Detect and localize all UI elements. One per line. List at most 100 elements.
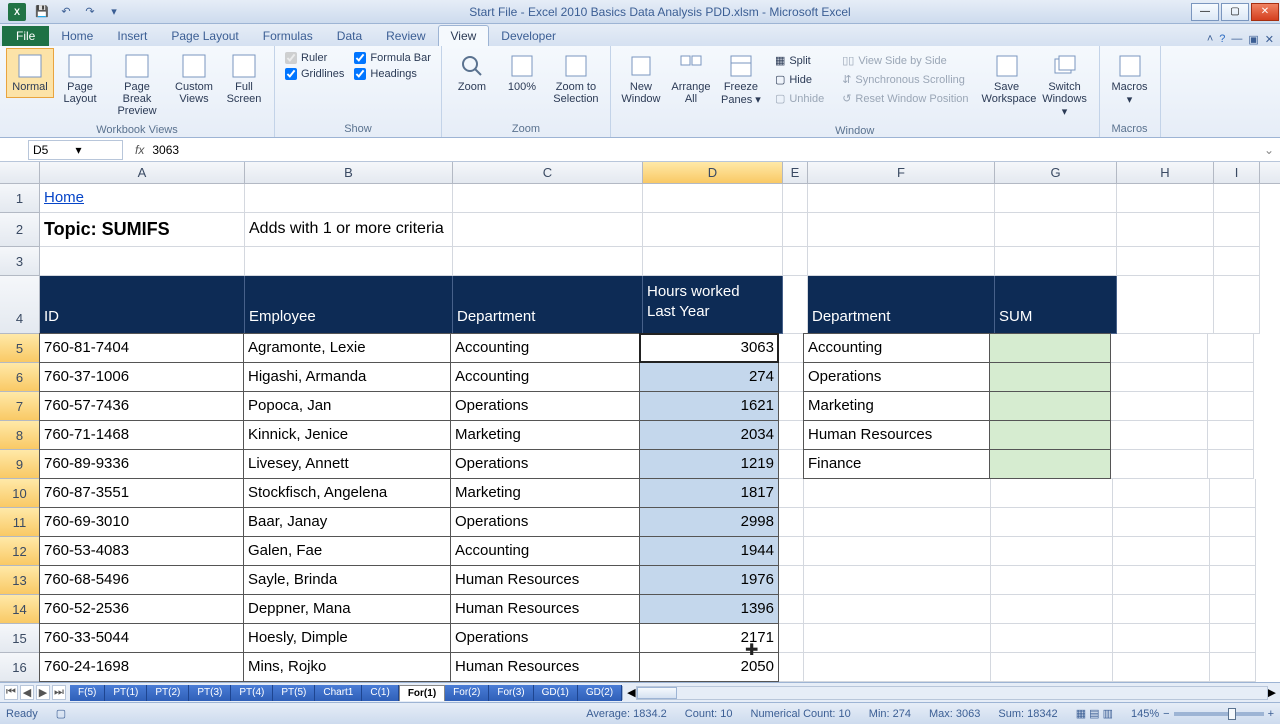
tab-developer[interactable]: Developer [489, 26, 568, 46]
cell[interactable] [783, 276, 808, 334]
cell[interactable] [804, 653, 991, 682]
undo-icon[interactable]: ↶ [58, 4, 74, 20]
row-header-7[interactable]: 7 [0, 392, 40, 421]
cell[interactable] [453, 184, 643, 213]
cell-employee[interactable]: Deppner, Mana [243, 594, 451, 624]
cell-hours[interactable]: 2171 [639, 623, 779, 653]
summary-dept[interactable]: Accounting [803, 333, 990, 363]
cell[interactable] [1210, 653, 1256, 682]
cell[interactable] [1208, 392, 1254, 421]
custom-views-button[interactable]: Custom Views [170, 48, 218, 110]
sheet-tab-For(1)[interactable]: For(1) [399, 685, 445, 701]
cell[interactable] [643, 184, 783, 213]
ribbon-minimize-icon[interactable]: ˄ [1207, 33, 1213, 46]
sheet-tab-PT(5)[interactable]: PT(5) [273, 685, 315, 701]
horizontal-scrollbar[interactable]: ◀▶ [622, 686, 1280, 700]
maximize-button[interactable]: ▢ [1221, 3, 1249, 21]
cell-department[interactable]: Human Resources [450, 594, 640, 624]
split-button[interactable]: ▦ Split [771, 52, 828, 69]
cell[interactable] [1214, 247, 1260, 276]
cell[interactable] [1208, 450, 1254, 479]
table-header-hours[interactable]: Hours worked Last Year [643, 276, 783, 334]
cell[interactable] [1113, 624, 1210, 653]
cell-id[interactable]: 760-87-3551 [39, 478, 244, 508]
cell[interactable]: Adds with 1 or more criteria [245, 213, 453, 247]
cell[interactable] [1214, 184, 1260, 213]
cell-hours[interactable]: 2050 [639, 652, 779, 682]
table-header-department[interactable]: Department [453, 276, 643, 334]
zoom-button[interactable]: Zoom [448, 48, 496, 98]
sheet-tab-PT(4)[interactable]: PT(4) [231, 685, 273, 701]
tab-page-layout[interactable]: Page Layout [159, 26, 250, 46]
zoom-slider[interactable]: 145% −+ [1131, 708, 1274, 720]
cell[interactable] [779, 479, 804, 508]
hide-button[interactable]: ▢ Hide [771, 71, 828, 88]
cell[interactable] [779, 595, 804, 624]
cell[interactable] [808, 213, 995, 247]
row-header-11[interactable]: 11 [0, 508, 40, 537]
workbook-minimize-icon[interactable]: — [1231, 33, 1242, 46]
cell-employee[interactable]: Agramonte, Lexie [243, 333, 451, 363]
minimize-button[interactable]: — [1191, 3, 1219, 21]
qat-more-icon[interactable]: ▾ [106, 4, 122, 20]
sheet-tab-PT(1)[interactable]: PT(1) [105, 685, 147, 701]
sheet-tab-For(3)[interactable]: For(3) [489, 685, 533, 701]
cell-department[interactable]: Marketing [450, 478, 640, 508]
cell[interactable] [1113, 508, 1210, 537]
cell[interactable] [808, 247, 995, 276]
cell[interactable] [995, 213, 1117, 247]
cell[interactable] [1111, 363, 1208, 392]
reset-window-button[interactable]: ↺ Reset Window Position [838, 90, 972, 107]
tab-review[interactable]: Review [374, 26, 437, 46]
zoom-100-button[interactable]: 100% [498, 48, 546, 98]
cell-department[interactable]: Human Resources [450, 565, 640, 595]
page-break-button[interactable]: Page Break Preview [106, 48, 168, 122]
cell-department[interactable]: Accounting [450, 362, 640, 392]
row-header-2[interactable]: 2 [0, 213, 40, 247]
sheet-tab-PT(2)[interactable]: PT(2) [147, 685, 189, 701]
cell-hours[interactable]: 2998 [639, 507, 779, 537]
sync-scroll-button[interactable]: ⇵ Synchronous Scrolling [838, 71, 972, 88]
zoom-to-selection-button[interactable]: Zoom to Selection [548, 48, 604, 110]
cell[interactable] [779, 392, 804, 421]
cell[interactable] [1210, 479, 1256, 508]
tab-data[interactable]: Data [325, 26, 374, 46]
save-icon[interactable]: 💾 [34, 4, 50, 20]
cell[interactable] [779, 508, 804, 537]
cell-employee[interactable]: Livesey, Annett [243, 449, 451, 479]
arrange-all-button[interactable]: Arrange All [667, 48, 715, 110]
full-screen-button[interactable]: Full Screen [220, 48, 268, 110]
cell[interactable] [1111, 334, 1208, 363]
cell[interactable] [1210, 537, 1256, 566]
cell[interactable] [1113, 653, 1210, 682]
cell-id[interactable]: 760-53-4083 [39, 536, 244, 566]
macros-button[interactable]: Macros ▾ [1106, 48, 1154, 111]
sheet-tab-PT(3)[interactable]: PT(3) [189, 685, 231, 701]
cell[interactable] [783, 184, 808, 213]
cell[interactable] [643, 247, 783, 276]
sheet-tab-For(2)[interactable]: For(2) [445, 685, 489, 701]
close-button[interactable]: ✕ [1251, 3, 1279, 21]
tab-home[interactable]: Home [49, 26, 105, 46]
cell-department[interactable]: Operations [450, 391, 640, 421]
summary-sum[interactable] [989, 420, 1111, 450]
switch-windows-button[interactable]: Switch Windows ▾ [1037, 48, 1093, 123]
cell-id[interactable]: 760-71-1468 [39, 420, 244, 450]
row-header-9[interactable]: 9 [0, 450, 40, 479]
row-header-4[interactable]: 4 [0, 276, 40, 334]
workbook-close-icon[interactable]: ✕ [1265, 33, 1274, 46]
cells-area[interactable]: HomeTopic: SUMIFSAdds with 1 or more cri… [40, 184, 1260, 682]
cell[interactable] [1214, 276, 1260, 334]
cell-id[interactable]: 760-69-3010 [39, 507, 244, 537]
tab-formulas[interactable]: Formulas [251, 26, 325, 46]
cell[interactable] [1117, 276, 1214, 334]
cell[interactable] [995, 247, 1117, 276]
sheet-tab-C(1)[interactable]: C(1) [362, 685, 398, 701]
table-header-id[interactable]: ID [40, 276, 245, 334]
cell[interactable] [1113, 537, 1210, 566]
cell[interactable] [991, 537, 1113, 566]
new-window-button[interactable]: New Window [617, 48, 665, 110]
cell[interactable] [783, 247, 808, 276]
formula-bar-checkbox[interactable]: Formula Bar [354, 52, 431, 64]
col-header-B[interactable]: B [245, 162, 453, 183]
